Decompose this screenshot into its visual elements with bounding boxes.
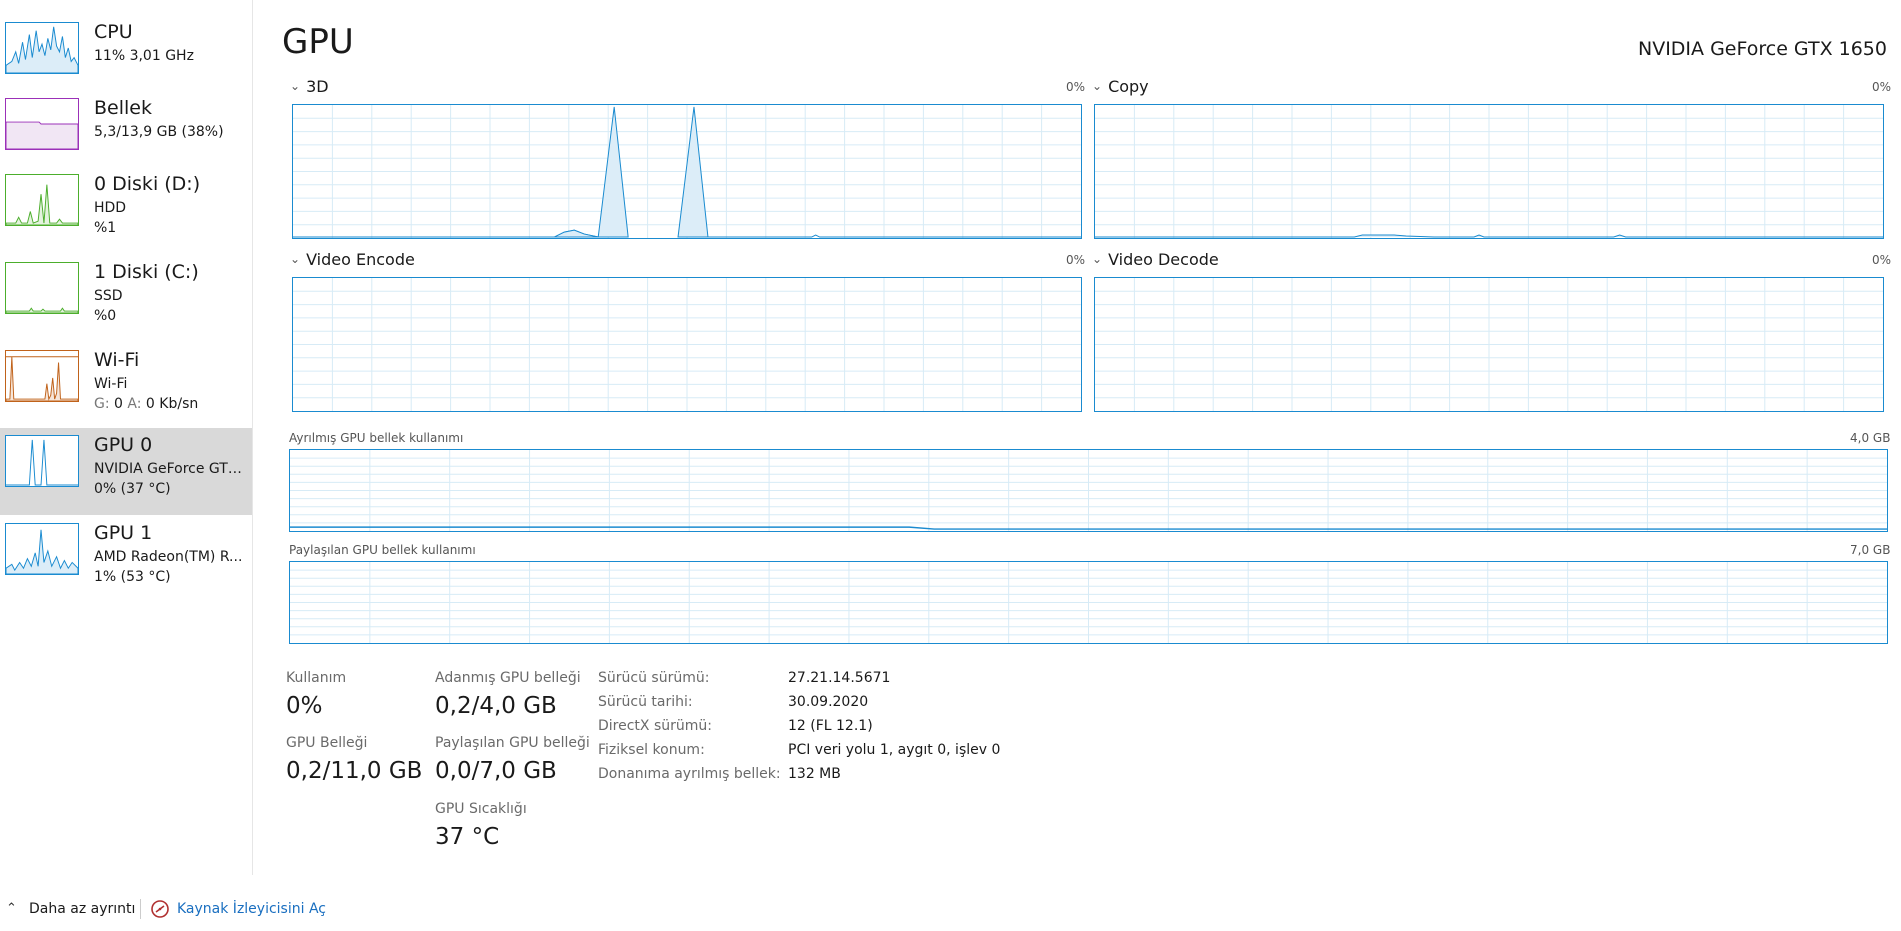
sidebar-item-usage: %1 xyxy=(94,220,117,236)
utilization-label: Kullanım xyxy=(286,670,347,686)
reserved-memory-label: Donanıma ayrılmış bellek: xyxy=(598,766,781,782)
engine-label: 3D xyxy=(306,77,329,96)
gpu-temperature-value: 37 °C xyxy=(435,824,500,850)
engine-label: Copy xyxy=(1108,77,1149,96)
shared-memory-label: Paylaşılan GPU belleği xyxy=(435,735,590,751)
directx-label: DirectX sürümü: xyxy=(598,718,712,734)
send-value: 0 xyxy=(114,396,123,412)
directx-value: 12 (FL 12.1) xyxy=(788,718,873,734)
footer-divider xyxy=(140,899,141,919)
open-resource-monitor-link[interactable]: Kaynak İzleyicisini Aç xyxy=(177,901,326,917)
sidebar-item-title: GPU 0 xyxy=(94,434,153,456)
driver-version-label: Sürücü sürümü: xyxy=(598,670,710,686)
dedicated-memory-value: 0,2/4,0 GB xyxy=(435,693,557,719)
receive-value: 0 Kb/sn xyxy=(145,396,199,412)
engine-label: Video Encode xyxy=(306,250,415,269)
graph-dedicated-memory xyxy=(289,449,1888,532)
physical-location-value: PCI veri yolu 1, aygıt 0, işlev 0 xyxy=(788,742,1001,758)
engine-selector-3d[interactable]: ⌄ 3D xyxy=(290,77,329,96)
sidebar-item-title: Bellek xyxy=(94,97,152,119)
send-label: G: xyxy=(94,396,110,412)
sidebar-item-detail: SSD xyxy=(94,288,123,304)
sidebar-item-detail: Wi-Fi xyxy=(94,376,128,392)
graph-video-encode xyxy=(292,277,1082,412)
chevron-up-icon[interactable]: ⌃ xyxy=(6,901,17,916)
sidebar: CPU 11% 3,01 GHz Bellek 5,3/13,9 GB (38%… xyxy=(0,0,253,875)
disk-c-thumbnail xyxy=(5,262,79,314)
shared-memory-graph-label: Paylaşılan GPU bellek kullanımı xyxy=(289,543,476,557)
gpu-memory-value: 0,2/11,0 GB xyxy=(286,758,423,784)
resource-monitor-icon[interactable] xyxy=(150,899,170,919)
graph-video-decode xyxy=(1094,277,1884,412)
sidebar-item-wifi[interactable]: Wi-Fi Wi-Fi G: 0 A: 0 Kb/sn xyxy=(0,343,252,430)
engine-selector-video-encode[interactable]: ⌄ Video Encode xyxy=(290,250,415,269)
sidebar-item-detail: HDD xyxy=(94,200,127,216)
gpu0-thumbnail xyxy=(5,435,79,487)
chevron-down-icon: ⌄ xyxy=(1092,79,1103,93)
physical-location-label: Fiziksel konum: xyxy=(598,742,705,758)
dedicated-memory-graph-label: Ayrılmış GPU bellek kullanımı xyxy=(289,431,464,445)
dedicated-memory-label: Adanmış GPU belleği xyxy=(435,670,581,686)
page-title: GPU xyxy=(282,22,354,62)
sidebar-item-title: 0 Diski (D:) xyxy=(94,173,201,195)
shared-memory-graph-max: 7,0 GB xyxy=(1850,543,1891,557)
sidebar-item-detail: 5,3/13,9 GB (38%) xyxy=(94,124,224,140)
engine-percent: 0% xyxy=(1872,253,1892,267)
driver-date-label: Sürücü tarihi: xyxy=(598,694,693,710)
memory-thumbnail xyxy=(5,98,79,150)
dedicated-memory-graph-max: 4,0 GB xyxy=(1850,431,1891,445)
sidebar-item-title: 1 Diski (C:) xyxy=(94,261,199,283)
gpu1-thumbnail xyxy=(5,523,79,575)
engine-percent: 0% xyxy=(1066,253,1086,267)
sidebar-item-title: CPU xyxy=(94,21,133,43)
sidebar-item-disk-c[interactable]: 1 Diski (C:) SSD %0 xyxy=(0,255,252,342)
engine-percent: 0% xyxy=(1872,80,1892,94)
shared-memory-value: 0,0/7,0 GB xyxy=(435,758,557,784)
sidebar-item-gpu-0[interactable]: GPU 0 NVIDIA GeForce GTX... 0% (37 °C) xyxy=(0,428,252,515)
gpu-device-name: NVIDIA GeForce GTX 1650 xyxy=(1637,38,1887,60)
driver-date-value: 30.09.2020 xyxy=(788,694,869,710)
sidebar-item-title: GPU 1 xyxy=(94,522,153,544)
gpu-temperature-label: GPU Sıcaklığı xyxy=(435,801,527,817)
graph-copy xyxy=(1094,104,1884,239)
wifi-thumbnail xyxy=(5,350,79,402)
fewer-details-button[interactable]: Daha az ayrıntı xyxy=(29,901,135,917)
sidebar-item-cpu[interactable]: CPU 11% 3,01 GHz xyxy=(0,15,252,102)
graph-3d xyxy=(292,104,1082,239)
engine-percent: 0% xyxy=(1066,80,1086,94)
disk-d-thumbnail xyxy=(5,174,79,226)
chevron-down-icon: ⌄ xyxy=(290,79,301,93)
sidebar-item-title: Wi-Fi xyxy=(94,349,140,371)
engine-selector-video-decode[interactable]: ⌄ Video Decode xyxy=(1092,250,1219,269)
sidebar-item-gpu-1[interactable]: GPU 1 AMD Radeon(TM) R... 1% (53 °C) xyxy=(0,516,252,603)
cpu-thumbnail xyxy=(5,22,79,74)
gpu-memory-label: GPU Belleği xyxy=(286,735,368,751)
graph-shared-memory xyxy=(289,561,1888,644)
sidebar-item-usage: %0 xyxy=(94,308,117,324)
sidebar-item-usage: 1% (53 °C) xyxy=(94,569,171,585)
receive-label: A: xyxy=(127,396,142,412)
sidebar-item-memory[interactable]: Bellek 5,3/13,9 GB (38%) xyxy=(0,91,252,178)
utilization-value: 0% xyxy=(286,693,323,719)
sidebar-item-usage: 0% (37 °C) xyxy=(94,481,171,497)
sidebar-item-detail: 11% 3,01 GHz xyxy=(94,48,194,64)
engine-selector-copy[interactable]: ⌄ Copy xyxy=(1092,77,1149,96)
sidebar-item-throughput: G: 0 A: 0 Kb/sn xyxy=(94,396,198,412)
footer: ⌃ Daha az ayrıntı Kaynak İzleyicisini Aç xyxy=(0,895,400,925)
engine-label: Video Decode xyxy=(1108,250,1219,269)
sidebar-item-detail: NVIDIA GeForce GTX... xyxy=(94,461,244,477)
sidebar-item-detail: AMD Radeon(TM) R... xyxy=(94,549,243,565)
sidebar-item-disk-d[interactable]: 0 Diski (D:) HDD %1 xyxy=(0,167,252,254)
chevron-down-icon: ⌄ xyxy=(290,252,301,266)
chevron-down-icon: ⌄ xyxy=(1092,252,1103,266)
driver-version-value: 27.21.14.5671 xyxy=(788,670,891,686)
reserved-memory-value: 132 MB xyxy=(788,766,841,782)
